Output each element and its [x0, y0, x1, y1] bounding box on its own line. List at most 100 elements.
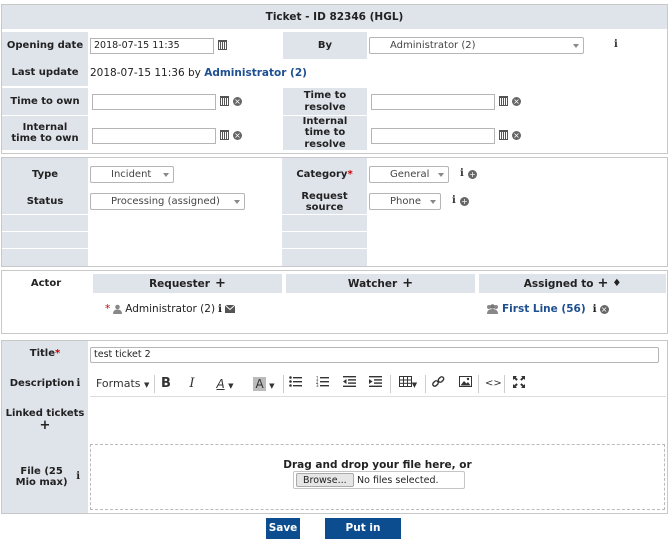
clear-icon[interactable]: × — [599, 304, 609, 314]
mail-icon[interactable] — [225, 305, 236, 313]
table-icon — [398, 376, 412, 387]
request-source-select[interactable]: Phone — [369, 193, 441, 210]
time-to-resolve-label: Time to resolve — [283, 88, 367, 115]
toolbar-separator — [504, 375, 505, 393]
save-button[interactable]: Save — [266, 518, 300, 539]
title-label-text: Title — [29, 348, 55, 360]
opening-date-label: Opening date — [2, 32, 88, 59]
file-label: File (25 Mio max) i — [2, 463, 88, 491]
info-icon[interactable]: i — [76, 471, 80, 483]
info-icon[interactable]: i — [614, 39, 618, 50]
source-code-button[interactable]: <> — [485, 376, 502, 392]
title-label: Title * — [2, 344, 88, 364]
dropzone-text: Drag and drop your file here, or — [283, 459, 472, 471]
table-button[interactable]: ▼ — [395, 376, 421, 392]
text-color-button[interactable]: A ▼ — [210, 376, 240, 392]
calendar-icon[interactable] — [499, 96, 508, 106]
opening-date-input[interactable]: 2018-07-15 11:35 — [90, 38, 214, 54]
clear-icon[interactable]: × — [233, 131, 242, 140]
image-button[interactable] — [458, 376, 472, 392]
assign-self-icon[interactable]: ♦ — [612, 278, 621, 289]
category-label-text: Category — [296, 169, 348, 181]
by-label: By — [283, 32, 367, 59]
last-update-label: Last update — [2, 59, 88, 86]
caret-down-icon: ▼ — [411, 381, 418, 389]
info-icon[interactable]: i — [593, 303, 597, 315]
caret-down-icon: ▼ — [269, 382, 275, 390]
chevron-down-icon — [573, 44, 579, 48]
calendar-icon[interactable] — [218, 40, 227, 50]
linked-tickets-label: Linked tickets + — [2, 405, 88, 435]
formats-dropdown[interactable]: Formats ▼ — [96, 376, 150, 392]
browse-button[interactable]: Browse... — [296, 473, 354, 487]
file-label-text: File (25 Mio max) — [15, 465, 68, 489]
chevron-down-icon — [438, 173, 444, 177]
internal-time-to-own-input[interactable] — [92, 128, 216, 144]
last-update-user-link[interactable]: Administrator (2) — [204, 67, 307, 79]
requester-label: Requester — [149, 277, 210, 290]
info-icon[interactable]: i — [76, 378, 80, 390]
row-divider — [2, 248, 367, 249]
toolbar-separator — [478, 375, 479, 393]
clear-icon[interactable]: × — [233, 97, 242, 106]
indent-button[interactable] — [368, 376, 382, 392]
put-in-dustbin-button[interactable]: Put in dustbin — [325, 518, 401, 555]
ticket-header: Ticket - ID 82346 (HGL) — [2, 5, 667, 29]
type-select-value: Incident — [111, 169, 152, 180]
caret-down-icon: ▼ — [228, 382, 234, 390]
clear-icon[interactable]: × — [512, 131, 521, 140]
plus-icon[interactable]: + — [215, 276, 226, 291]
image-icon — [458, 376, 472, 387]
description-label-text: Description — [9, 378, 75, 390]
required-marker: * — [347, 169, 353, 181]
plus-icon[interactable]: + — [597, 276, 608, 291]
fullscreen-icon — [513, 376, 525, 388]
toolbar-separator — [154, 375, 155, 393]
bold-button[interactable]: B — [159, 376, 173, 392]
calendar-icon[interactable] — [220, 130, 229, 140]
category-label: Category * — [282, 164, 367, 186]
ticket-header-title: Ticket - ID 82346 (HGL) — [265, 11, 404, 23]
category-select[interactable]: General — [369, 166, 449, 183]
type-select[interactable]: Incident — [90, 166, 174, 183]
plus-icon[interactable]: + — [402, 276, 413, 291]
assigned-group-link[interactable]: First Line (56) — [502, 303, 586, 315]
plus-circle-icon[interactable]: + — [468, 170, 477, 179]
row-divider — [2, 231, 367, 232]
italic-button[interactable]: I — [185, 376, 199, 392]
status-select[interactable]: Processing (assigned) — [90, 193, 245, 210]
numbered-list-button[interactable]: 123 — [315, 376, 329, 392]
fullscreen-button[interactable] — [512, 376, 526, 392]
file-dropzone[interactable]: Drag and drop your file here, or Browse.… — [90, 444, 665, 510]
info-icon[interactable]: i — [460, 168, 464, 179]
background-color-button[interactable]: A ▼ — [248, 376, 280, 392]
chevron-down-icon — [163, 173, 169, 177]
plus-circle-icon[interactable]: + — [460, 197, 469, 206]
info-icon[interactable]: i — [452, 195, 456, 206]
calendar-icon[interactable] — [499, 130, 508, 140]
plus-icon[interactable]: + — [40, 419, 51, 432]
by-select-value: Administrator (2) — [390, 40, 476, 51]
outdent-icon — [342, 376, 356, 387]
link-button[interactable] — [431, 376, 445, 392]
calendar-icon[interactable] — [220, 96, 229, 106]
assigned-entry: First Line (56) i × — [486, 303, 609, 315]
numbered-list-icon: 123 — [316, 376, 329, 388]
time-to-own-input[interactable] — [92, 94, 216, 110]
title-input[interactable]: test ticket 2 — [90, 347, 659, 363]
outdent-button[interactable] — [342, 376, 356, 392]
clear-icon[interactable]: × — [512, 97, 521, 106]
bullet-list-button[interactable] — [288, 376, 302, 392]
by-select[interactable]: Administrator (2) — [369, 37, 584, 54]
requester-name: Administrator (2) — [125, 303, 216, 315]
time-to-resolve-input[interactable] — [371, 94, 495, 110]
background-color-icon: A — [253, 377, 266, 391]
indent-icon — [368, 376, 382, 387]
status-select-value: Processing (assigned) — [111, 196, 220, 207]
info-icon[interactable]: i — [218, 303, 222, 315]
row-divider — [2, 214, 367, 215]
chevron-down-icon — [234, 200, 240, 204]
internal-time-to-resolve-label: Internal time to resolve — [283, 116, 367, 150]
internal-time-to-resolve-input[interactable] — [371, 128, 495, 144]
last-update-text: 2018-07-15 11:36 by — [90, 67, 201, 79]
